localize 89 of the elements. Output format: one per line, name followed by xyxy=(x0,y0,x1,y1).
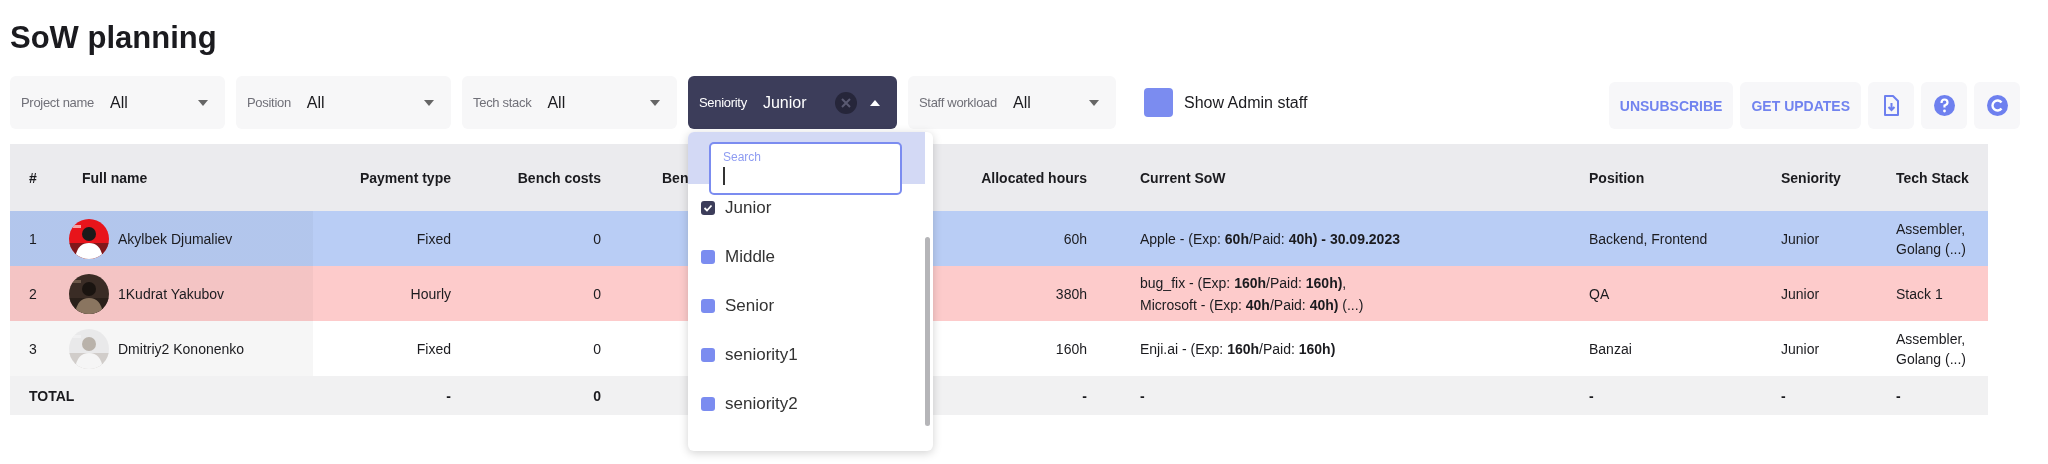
column-header[interactable]: Position xyxy=(1589,169,1645,186)
option-label: Middle xyxy=(725,246,776,267)
scrollbar-thumb[interactable] xyxy=(925,237,930,426)
checkbox[interactable] xyxy=(701,298,715,313)
total-cell: - xyxy=(446,387,451,404)
refresh-icon xyxy=(1985,94,2009,117)
person-name: Akylbek Djumaliev xyxy=(118,230,233,247)
filter-value: All xyxy=(110,93,128,112)
filter-dropdown[interactable]: Seniority Junior xyxy=(688,76,897,129)
table-cell: Hourly xyxy=(410,285,451,302)
checkmark-icon xyxy=(702,202,714,214)
checkbox[interactable] xyxy=(701,347,715,362)
column-header[interactable]: Seniority xyxy=(1781,169,1841,186)
total-label: TOTAL xyxy=(29,387,75,404)
filter-label: Project name xyxy=(21,95,94,110)
column-header[interactable]: Ben xyxy=(662,169,689,186)
table-cell: Fixed xyxy=(416,340,451,357)
checkbox-label: Show Admin staff xyxy=(1184,93,1308,112)
filter-dropdown[interactable]: Staff workload All xyxy=(908,76,1116,129)
filter-label: Staff workload xyxy=(919,95,997,110)
table-cell: 3 xyxy=(29,340,37,357)
table-cell: Junior xyxy=(1781,230,1820,247)
refresh-button[interactable] xyxy=(1974,82,2020,129)
dropdown-option[interactable]: seniority1 xyxy=(688,330,933,379)
checkbox[interactable] xyxy=(701,249,715,264)
person-name: 1Kudrat Yakubov xyxy=(118,285,225,302)
total-cell: 0 xyxy=(593,387,601,404)
filter-dropdown[interactable]: Position All xyxy=(236,76,451,129)
column-header[interactable]: Allocated hours xyxy=(981,169,1087,186)
table-cell: 2 xyxy=(29,285,37,302)
table-cell: Junior xyxy=(1781,285,1820,302)
caret-icon xyxy=(869,98,881,107)
table-cell: 0 xyxy=(593,230,601,247)
caret-icon xyxy=(423,98,435,107)
table-cell: Stack 1 xyxy=(1896,285,1943,302)
option-label: seniority2 xyxy=(725,393,798,414)
page-title: SoW planning xyxy=(10,19,218,57)
help-button[interactable] xyxy=(1921,82,1967,129)
checkbox[interactable] xyxy=(701,201,715,215)
column-header[interactable]: # xyxy=(29,169,37,186)
total-cell: - xyxy=(1140,387,1145,404)
dropdown-option[interactable]: seniority2 xyxy=(688,379,933,428)
table-cell: 0 xyxy=(593,285,601,302)
caret-icon xyxy=(649,98,661,107)
table-cell: Assembler, Golang (...) xyxy=(1896,220,1967,257)
table-cell: Junior xyxy=(1781,340,1820,357)
total-cell: - xyxy=(1896,387,1901,404)
download-file-button[interactable] xyxy=(1868,82,1914,129)
table-cell: 0 xyxy=(593,340,601,357)
option-label: seniority1 xyxy=(725,344,798,365)
table-cell: Fixed xyxy=(416,230,451,247)
table-cell: 60h xyxy=(1063,230,1087,247)
caret-icon xyxy=(1088,98,1100,107)
table-cell: Backend, Frontend xyxy=(1589,230,1708,247)
person-name: Dmitriy2 Kononenko xyxy=(118,340,245,357)
option-label: Senior xyxy=(725,295,775,316)
filter-label: Position xyxy=(247,95,291,110)
filter-label: Seniority xyxy=(699,95,747,110)
help-icon xyxy=(1932,94,1956,117)
column-header[interactable]: Tech Stack xyxy=(1896,169,1969,186)
sow-entry: bug_fix - (Exp: 160h/Paid: 160h), xyxy=(1140,273,1348,293)
total-cell: - xyxy=(1589,387,1594,404)
sow-entry: Apple - (Exp: 60h/Paid: 40h) - 30.09.2023 xyxy=(1140,229,1401,249)
total-cell: - xyxy=(1781,387,1786,404)
filter-label: Tech stack xyxy=(473,95,532,110)
table-cell: Banzai xyxy=(1589,340,1632,357)
column-header[interactable]: Full name xyxy=(82,169,148,186)
caret-icon xyxy=(197,98,209,107)
filter-value: All xyxy=(1012,93,1031,112)
text-cursor xyxy=(723,167,725,185)
table-cell: Assembler, Golang (...) xyxy=(1896,330,1967,367)
checkbox[interactable] xyxy=(1144,88,1173,117)
table-cell: 380h xyxy=(1055,285,1087,302)
column-header[interactable]: Current SoW xyxy=(1140,169,1226,186)
sow-entry: Enji.ai - (Exp: 160h/Paid: 160h) xyxy=(1140,339,1337,359)
table-cell: QA xyxy=(1589,285,1610,302)
filter-value: Junior xyxy=(762,93,807,112)
total-cell: - xyxy=(1082,387,1087,404)
checkbox[interactable] xyxy=(701,396,715,411)
filter-dropdown[interactable]: Tech stack All xyxy=(462,76,677,129)
filter-dropdown[interactable]: Project name All xyxy=(10,76,225,129)
clear-icon xyxy=(835,91,857,114)
sow-entry: Microsoft - (Exp: 40h/Paid: 40h) (...) xyxy=(1140,295,1365,315)
filter-value: All xyxy=(306,93,325,112)
table-cell: 160h xyxy=(1055,340,1087,357)
column-header[interactable]: Payment type xyxy=(359,169,451,186)
table-cell: 1 xyxy=(29,230,37,247)
column-header[interactable]: Bench costs xyxy=(517,169,601,186)
filter-value: All xyxy=(547,93,566,112)
